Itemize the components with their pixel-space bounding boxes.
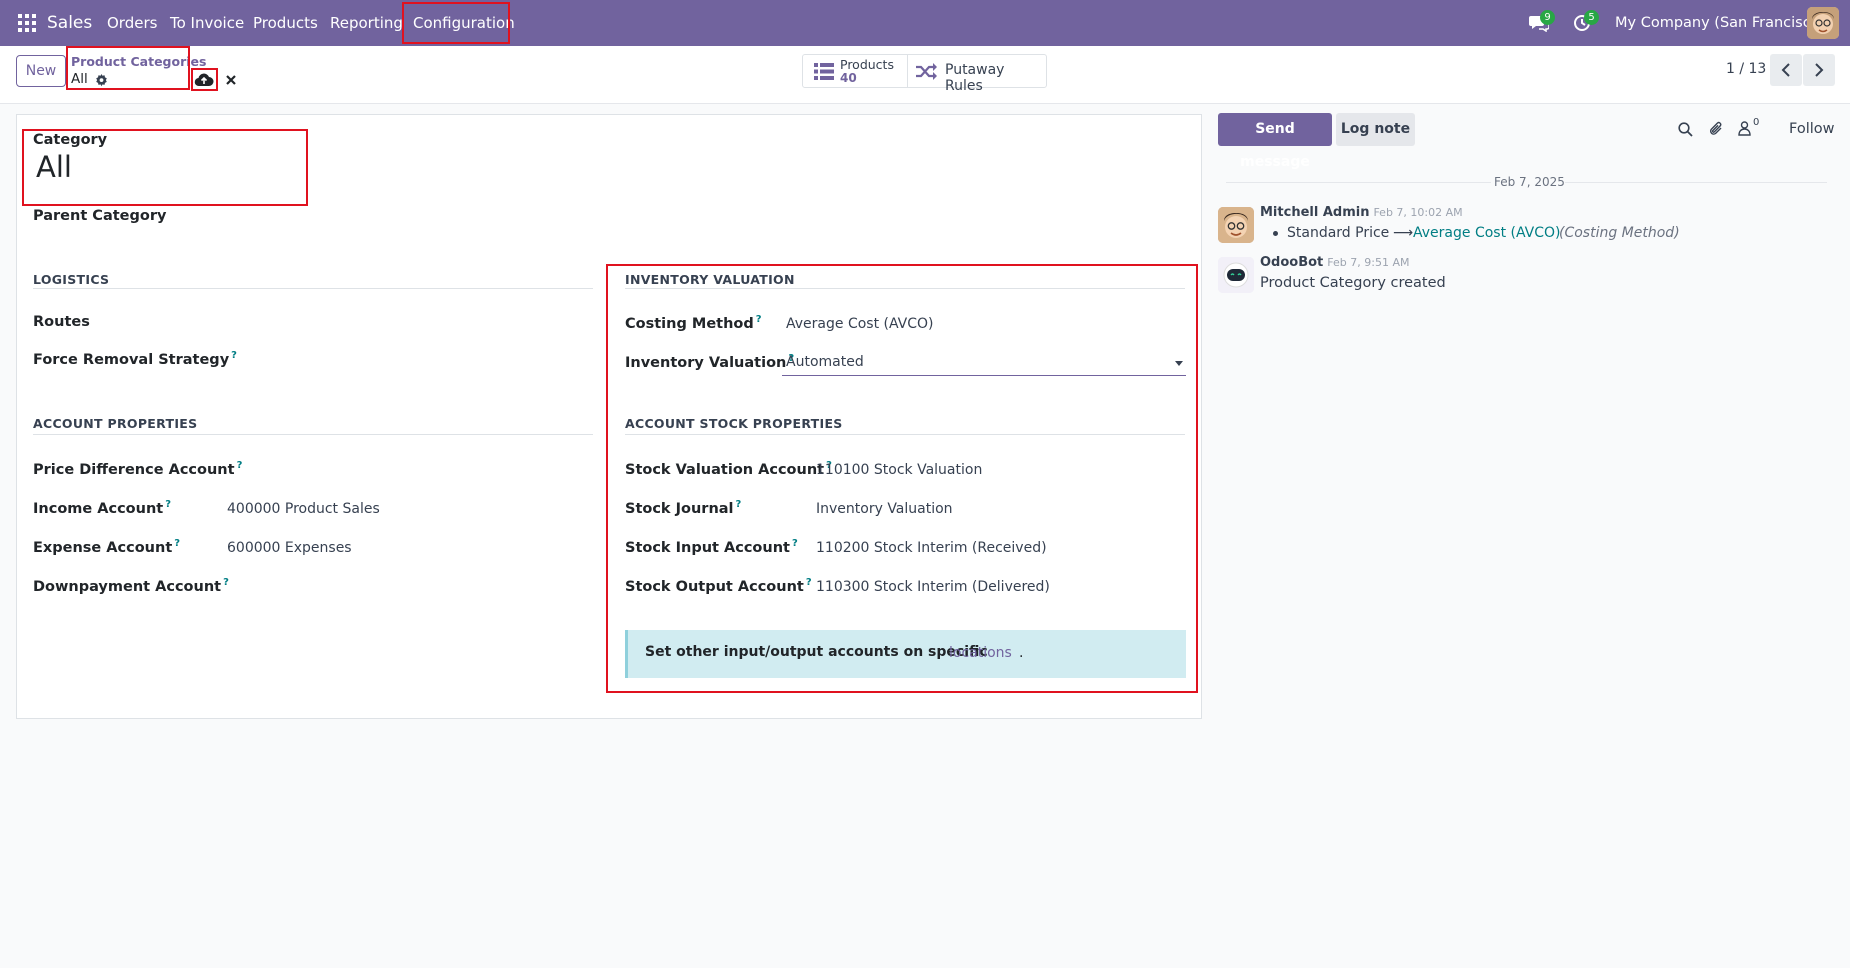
locations-link[interactable]: locations xyxy=(949,645,1012,661)
stock-output-account-field[interactable]: 110300 Stock Interim (Delivered) xyxy=(816,579,1050,595)
section-divider xyxy=(625,434,1185,435)
expense-account-field[interactable]: 600000 Expenses xyxy=(227,540,352,556)
menu-configuration[interactable]: Configuration xyxy=(413,0,515,46)
removal-strategy-field[interactable] xyxy=(225,346,585,372)
info-alert-text: Set other input/output accounts on speci… xyxy=(645,644,988,660)
routes-field[interactable] xyxy=(225,310,585,336)
apps-menu-icon[interactable] xyxy=(18,14,36,32)
menu-reporting[interactable]: Reporting xyxy=(330,0,403,46)
costing-method-field[interactable]: Average Cost (AVCO) xyxy=(786,316,934,332)
category-label: Category xyxy=(33,132,108,148)
chevron-left-icon xyxy=(1781,63,1790,77)
price-difference-account-label: Price Difference Account? xyxy=(33,460,243,478)
info-alert: Set other input/output accounts on speci… xyxy=(625,630,1186,678)
inventory-valuation-value: Automated xyxy=(786,354,864,370)
stock-input-account-label: Stock Input Account? xyxy=(625,538,798,556)
breadcrumb-parent-link[interactable]: Product Categories xyxy=(71,54,206,69)
downpayment-account-field[interactable] xyxy=(225,573,585,599)
income-account-field[interactable]: 400000 Product Sales xyxy=(227,501,380,517)
save-cloud-icon[interactable] xyxy=(194,72,214,88)
message-author[interactable]: OdooBot Feb 7, 9:51 AM xyxy=(1260,255,1409,270)
products-stat-label: Products xyxy=(840,57,894,72)
author-avatar[interactable] xyxy=(1218,207,1254,243)
new-button[interactable]: New xyxy=(16,55,66,87)
tracking-field-name: (Costing Method) xyxy=(1559,225,1680,241)
section-divider xyxy=(625,288,1185,289)
app-name[interactable]: Sales xyxy=(47,0,92,46)
costing-method-label: Costing Method? xyxy=(625,314,762,332)
section-divider xyxy=(33,288,593,289)
odoobot-avatar[interactable] xyxy=(1218,257,1254,293)
send-message-button[interactable]: Send message xyxy=(1218,113,1332,170)
bullet-dot xyxy=(1273,231,1278,236)
pager-next-button[interactable] xyxy=(1803,54,1835,86)
income-account-label: Income Account? xyxy=(33,499,172,517)
products-stat-count: 40 xyxy=(840,71,857,85)
logistics-section-title: LOGISTICS xyxy=(33,272,110,287)
tracking-new-value: Average Cost (AVCO) xyxy=(1413,225,1561,241)
message-timestamp: Feb 7, 10:02 AM xyxy=(1373,206,1463,219)
stock-journal-field[interactable]: Inventory Valuation xyxy=(816,501,953,517)
message-author[interactable]: Mitchell Admin Feb 7, 10:02 AM xyxy=(1260,205,1463,220)
stock-input-account-field[interactable]: 110200 Stock Interim (Received) xyxy=(816,540,1047,556)
help-icon[interactable]: ? xyxy=(792,538,798,549)
chevron-right-icon xyxy=(1815,63,1824,77)
smart-buttons: Products 40 Putaway Rules xyxy=(802,54,1047,94)
help-icon[interactable]: ? xyxy=(736,499,742,510)
removal-strategy-label: Force Removal Strategy? xyxy=(33,350,237,368)
tracking-old-value: Standard Price xyxy=(1287,225,1390,241)
menu-to-invoice[interactable]: To Invoice xyxy=(170,0,244,46)
section-divider xyxy=(33,434,593,435)
message-timestamp: Feb 7, 9:51 AM xyxy=(1327,256,1410,269)
breadcrumb-current: All xyxy=(71,71,88,87)
inventory-valuation-label: Inventory Valuation? xyxy=(625,353,795,371)
account-stock-properties-section-title: ACCOUNT STOCK PROPERTIES xyxy=(625,416,843,431)
gear-icon[interactable] xyxy=(95,74,108,87)
search-icon[interactable] xyxy=(1678,122,1693,137)
downpayment-account-label: Downpayment Account? xyxy=(33,577,229,595)
date-separator: Feb 7, 2025 xyxy=(1494,175,1565,189)
tracking-arrow: ⟶ xyxy=(1393,225,1414,241)
routes-label: Routes xyxy=(33,314,90,330)
caret-down-icon xyxy=(1175,361,1183,366)
expense-account-label: Expense Account? xyxy=(33,538,181,556)
putaway-rules-label: Putaway Rules xyxy=(945,62,1005,94)
messages-count-badge: 9 xyxy=(1540,10,1555,25)
followers-user-icon[interactable] xyxy=(1738,121,1751,136)
activities-count-badge: 5 xyxy=(1584,10,1599,25)
help-icon[interactable]: ? xyxy=(806,577,812,588)
message-body: Product Category created xyxy=(1260,275,1446,291)
menu-orders[interactable]: Orders xyxy=(107,0,157,46)
stock-valuation-account-label: Stock Valuation Account? xyxy=(625,460,832,478)
pager-previous-button[interactable] xyxy=(1770,54,1802,86)
inventory-valuation-section-title: INVENTORY VALUATION xyxy=(625,272,795,287)
top-navbar: Sales Orders To Invoice Products Reporti… xyxy=(0,0,1850,46)
stock-journal-label: Stock Journal? xyxy=(625,499,742,517)
help-icon[interactable]: ? xyxy=(165,499,171,510)
date-separator-line xyxy=(1226,182,1491,183)
info-alert-suffix: . xyxy=(1019,645,1024,661)
follow-button[interactable]: Follow xyxy=(1789,121,1834,137)
control-panel: New Product Categories All Products 40 P… xyxy=(0,46,1850,104)
date-separator-line xyxy=(1565,182,1827,183)
help-icon[interactable]: ? xyxy=(756,314,762,325)
account-properties-section-title: ACCOUNT PROPERTIES xyxy=(33,416,198,431)
pager-value[interactable]: 1 / 13 xyxy=(1726,61,1766,77)
followers-count: 0 xyxy=(1753,117,1760,128)
menu-products[interactable]: Products xyxy=(253,0,318,46)
help-icon[interactable]: ? xyxy=(174,538,180,549)
parent-category-label: Parent Category xyxy=(33,208,167,224)
company-switcher[interactable]: My Company (San Francisco) xyxy=(1615,0,1825,46)
discard-close-icon[interactable] xyxy=(226,75,236,85)
parent-category-field[interactable] xyxy=(225,204,585,230)
stock-output-account-label: Stock Output Account? xyxy=(625,577,812,595)
stock-valuation-account-field[interactable]: 110100 Stock Valuation xyxy=(816,462,982,478)
price-difference-account-field[interactable] xyxy=(225,456,585,482)
category-name-input[interactable]: All xyxy=(36,150,72,184)
paperclip-icon[interactable] xyxy=(1709,121,1724,137)
log-note-button[interactable]: Log note xyxy=(1336,113,1415,146)
inventory-valuation-select[interactable]: Automated xyxy=(782,350,1186,376)
user-avatar[interactable] xyxy=(1807,7,1839,39)
